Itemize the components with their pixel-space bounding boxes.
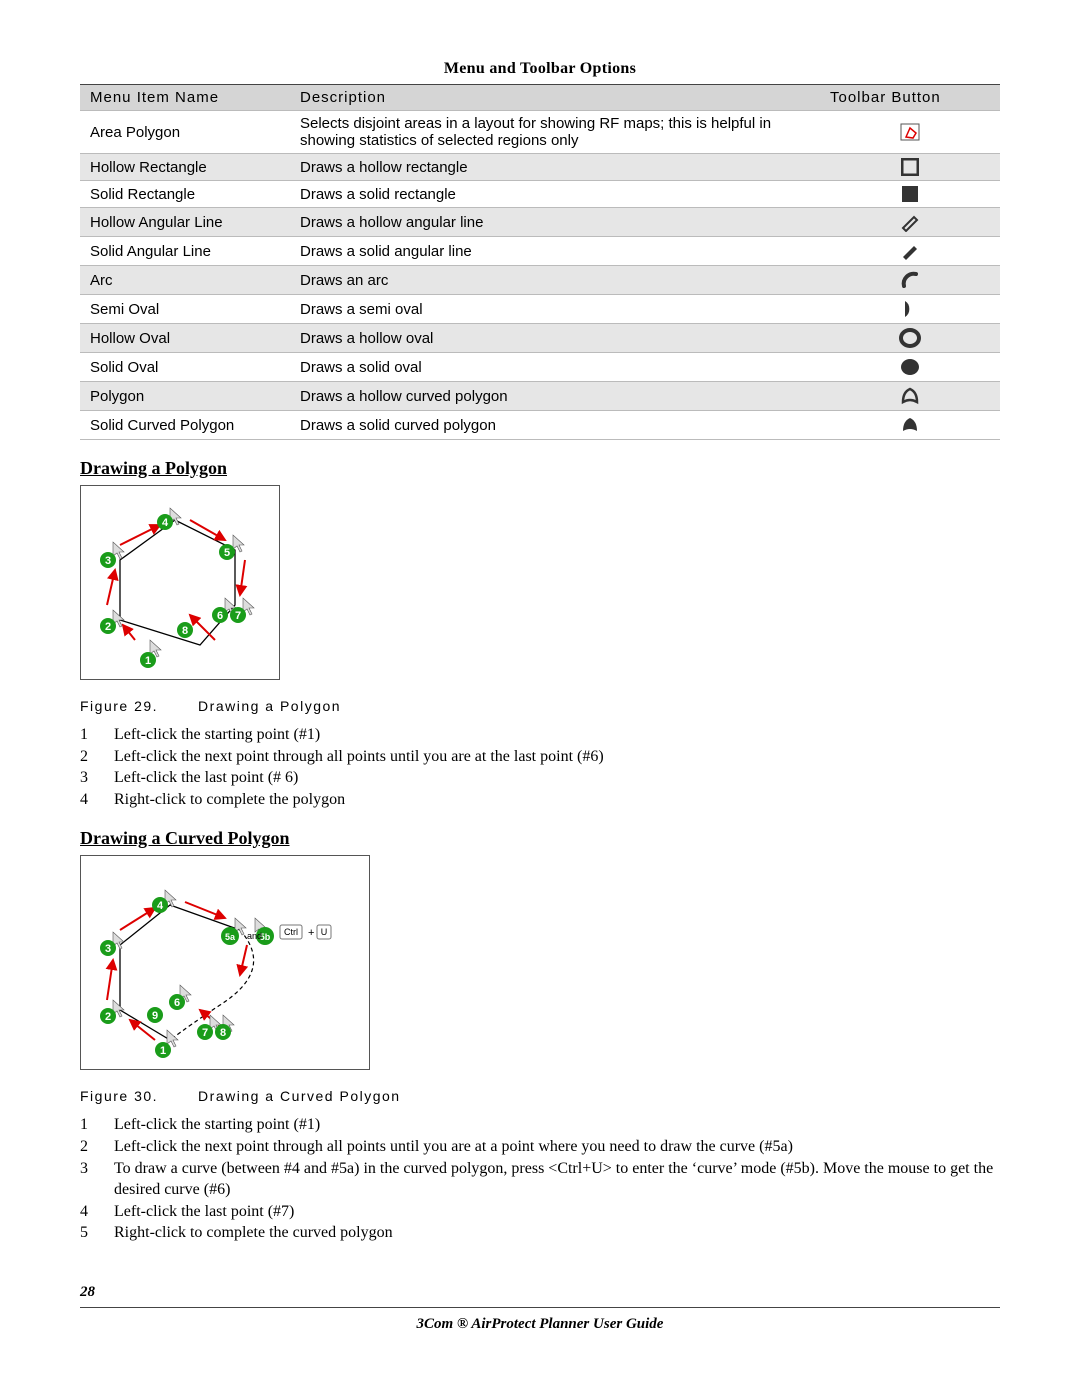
list-item: Left-click the last point (# 6) xyxy=(80,767,1000,789)
table-row: Arc Draws an arc xyxy=(80,266,1000,295)
drawing-polygon-heading: Drawing a Polygon xyxy=(80,458,1000,479)
svg-text:U: U xyxy=(321,927,328,937)
solid-rectangle-icon xyxy=(820,181,1000,208)
footer-divider xyxy=(80,1307,1000,1308)
table-row: Solid Rectangle Draws a solid rectangle xyxy=(80,181,1000,208)
cell-desc: Draws a hollow oval xyxy=(290,324,820,353)
svg-text:7: 7 xyxy=(202,1027,208,1039)
cell-name: Solid Rectangle xyxy=(80,181,290,208)
drawing-curved-polygon-heading: Drawing a Curved Polygon xyxy=(80,828,1000,849)
cell-desc: Draws a hollow rectangle xyxy=(290,154,820,181)
page-number: 28 xyxy=(80,1284,1000,1301)
list-item: Left-click the last point (#7) xyxy=(80,1201,1000,1223)
svg-text:9: 9 xyxy=(152,1010,158,1022)
curved-polygon-steps: Left-click the starting point (#1) Left-… xyxy=(80,1114,1000,1244)
cell-desc: Draws a solid rectangle xyxy=(290,181,820,208)
svg-text:5: 5 xyxy=(224,547,230,559)
list-item: To draw a curve (between #4 and #5a) in … xyxy=(80,1158,1000,1201)
figure-30-caption: Figure 30.Drawing a Curved Polygon xyxy=(80,1088,1000,1104)
table-row: Solid Angular Line Draws a solid angular… xyxy=(80,237,1000,266)
svg-text:7: 7 xyxy=(235,610,241,622)
cell-name: Arc xyxy=(80,266,290,295)
polygon-steps: Left-click the starting point (#1) Left-… xyxy=(80,724,1000,810)
list-item: Left-click the next point through all po… xyxy=(80,1136,1000,1158)
svg-text:2: 2 xyxy=(105,621,111,633)
list-item: Right-click to complete the curved polyg… xyxy=(80,1222,1000,1244)
svg-text:6: 6 xyxy=(174,997,180,1009)
cell-name: Solid Curved Polygon xyxy=(80,411,290,440)
cell-name: Hollow Rectangle xyxy=(80,154,290,181)
table-row: Hollow Rectangle Draws a hollow rectangl… xyxy=(80,154,1000,181)
area-polygon-icon xyxy=(820,111,1000,154)
solid-curved-polygon-icon xyxy=(820,411,1000,440)
svg-text:1: 1 xyxy=(160,1045,166,1057)
col-description: Description xyxy=(290,85,820,111)
cell-desc: Draws a solid curved polygon xyxy=(290,411,820,440)
doc-title-footer: 3Com ® AirProtect Planner User Guide xyxy=(80,1316,1000,1333)
svg-text:6: 6 xyxy=(217,610,223,622)
cell-name: Solid Oval xyxy=(80,353,290,382)
solid-angular-line-icon xyxy=(820,237,1000,266)
cell-name: Semi Oval xyxy=(80,295,290,324)
cell-name: Hollow Oval xyxy=(80,324,290,353)
list-item: Left-click the next point through all po… xyxy=(80,746,1000,768)
page-header: Menu and Toolbar Options xyxy=(80,60,1000,78)
cell-name: Area Polygon xyxy=(80,111,290,154)
hollow-oval-icon xyxy=(820,324,1000,353)
semi-oval-icon xyxy=(820,295,1000,324)
table-row: Solid Curved Polygon Draws a solid curve… xyxy=(80,411,1000,440)
figure-29-caption: Figure 29.Drawing a Polygon xyxy=(80,698,1000,714)
solid-oval-icon xyxy=(820,353,1000,382)
table-row: Semi Oval Draws a semi oval xyxy=(80,295,1000,324)
col-toolbar-button: Toolbar Button xyxy=(820,85,1000,111)
figure-30-diagram: 1 2 3 4 5a 5b 6 7 8 9 and Ctrl + U xyxy=(80,855,370,1070)
cell-name: Polygon xyxy=(80,382,290,411)
svg-text:+: + xyxy=(308,927,314,939)
menu-options-table: Menu Item Name Description Toolbar Butto… xyxy=(80,84,1000,440)
cell-desc: Draws a hollow curved polygon xyxy=(290,382,820,411)
svg-text:5a: 5a xyxy=(225,932,236,942)
cell-name: Solid Angular Line xyxy=(80,237,290,266)
polygon-icon xyxy=(820,382,1000,411)
svg-text:3: 3 xyxy=(105,943,111,955)
svg-text:8: 8 xyxy=(182,625,188,637)
svg-text:3: 3 xyxy=(105,555,111,567)
col-menu-item: Menu Item Name xyxy=(80,85,290,111)
hollow-angular-line-icon xyxy=(820,208,1000,237)
hollow-rectangle-icon xyxy=(820,154,1000,181)
arc-icon xyxy=(820,266,1000,295)
svg-text:4: 4 xyxy=(162,517,169,529)
table-row: Solid Oval Draws a solid oval xyxy=(80,353,1000,382)
svg-text:Ctrl: Ctrl xyxy=(284,927,298,937)
list-item: Right-click to complete the polygon xyxy=(80,789,1000,811)
svg-text:2: 2 xyxy=(105,1011,111,1023)
cell-desc: Selects disjoint areas in a layout for s… xyxy=(290,111,820,154)
list-item: Left-click the starting point (#1) xyxy=(80,724,1000,746)
svg-text:1: 1 xyxy=(145,655,151,667)
table-row: Area Polygon Selects disjoint areas in a… xyxy=(80,111,1000,154)
svg-text:4: 4 xyxy=(157,900,164,912)
table-row: Hollow Angular Line Draws a hollow angul… xyxy=(80,208,1000,237)
svg-text:and: and xyxy=(247,931,262,941)
cell-desc: Draws a hollow angular line xyxy=(290,208,820,237)
table-row: Hollow Oval Draws a hollow oval xyxy=(80,324,1000,353)
svg-text:8: 8 xyxy=(220,1027,226,1039)
cell-desc: Draws a solid oval xyxy=(290,353,820,382)
list-item: Left-click the starting point (#1) xyxy=(80,1114,1000,1136)
figure-29-diagram: 1 2 3 4 5 6 7 8 xyxy=(80,485,280,680)
cell-desc: Draws a semi oval xyxy=(290,295,820,324)
cell-desc: Draws an arc xyxy=(290,266,820,295)
table-row: Polygon Draws a hollow curved polygon xyxy=(80,382,1000,411)
cell-name: Hollow Angular Line xyxy=(80,208,290,237)
cell-desc: Draws a solid angular line xyxy=(290,237,820,266)
